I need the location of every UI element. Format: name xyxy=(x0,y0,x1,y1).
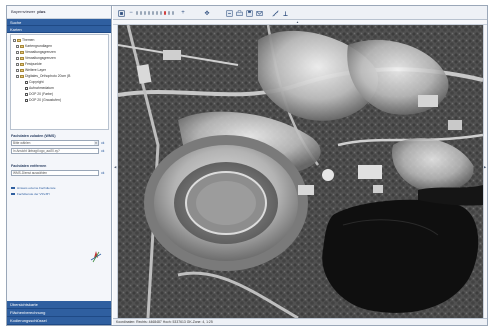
add-service-select-value: Bitte wählen xyxy=(13,141,31,145)
save-icon[interactable] xyxy=(245,9,253,17)
folder-icon xyxy=(20,68,24,72)
pan-east-bar[interactable]: ▶ xyxy=(483,25,487,318)
add-service-ok-button[interactable]: ok xyxy=(101,141,104,145)
overview-map-header[interactable]: Übersichtskarte xyxy=(7,301,111,309)
pan-north-icon[interactable]: ▲ xyxy=(296,20,299,24)
brand-prefix: Bayernviewer xyxy=(11,9,36,14)
area-calc-header[interactable]: Flächenberechnung xyxy=(7,309,111,317)
zoom-out-icon[interactable]: − xyxy=(127,9,135,17)
link-services-label: Fachdienste der VSV-BY xyxy=(17,192,51,196)
add-service-select[interactable]: Bitte wählen ▾ xyxy=(11,140,99,146)
pan-icon[interactable]: ✥ xyxy=(203,9,211,17)
orthophoto-map[interactable] xyxy=(118,25,483,318)
layer-label: Weitere Layer xyxy=(25,68,47,72)
remove-service-ok-button[interactable]: ok xyxy=(101,171,104,175)
folder-icon xyxy=(20,74,24,78)
folder-icon xyxy=(20,56,24,60)
sidebar-bottom-panels: Übersichtskarte Flächenberechnung Kodier… xyxy=(7,301,111,325)
layer-label: Verwaltungsgrenzen xyxy=(25,50,56,54)
layer-checkbox[interactable] xyxy=(25,92,28,96)
maps-panel-header[interactable]: Karten xyxy=(7,26,111,33)
remove-service-select-value: WMS-Dienst auswählen xyxy=(13,171,48,175)
help-icon[interactable] xyxy=(281,9,289,17)
layer-label: Aufnahmedatum xyxy=(29,86,54,90)
email-icon[interactable] xyxy=(255,9,263,17)
status-bar: Koordinaten: Rechts: 4468487 Hoch: 53376… xyxy=(113,318,487,325)
zoom-slider[interactable] xyxy=(136,10,176,16)
measure-icon[interactable] xyxy=(271,9,279,17)
map-toolbar: − + ✥ xyxy=(113,6,487,20)
expand-toggle-icon[interactable] xyxy=(16,68,19,72)
map-view[interactable]: ▲ ◀ ▶ xyxy=(113,20,487,318)
expand-toggle-icon[interactable] xyxy=(13,38,16,42)
layer-label: DOP 20 (Farbe) xyxy=(29,92,54,96)
app-window: Bayernviewer plus Suche Karten Themen Kart… xyxy=(6,5,488,326)
layer-label: DOP 20 (Graustufen) xyxy=(29,98,61,102)
layer-tree: Themen Kartengrundlagen Verwaltungsgrenzen… xyxy=(10,34,109,130)
layer-label: Verwaltungsgrenzen xyxy=(25,56,56,60)
expand-toggle-icon[interactable] xyxy=(16,74,19,78)
add-data-title: Fachdaten zuladen (WMS) xyxy=(11,134,56,138)
layer-label: Kartengrundlagen xyxy=(25,44,52,48)
folder-icon xyxy=(20,44,24,48)
zoom-in-icon[interactable]: + xyxy=(179,9,187,17)
expand-toggle-icon[interactable] xyxy=(16,56,19,60)
layer-label: Themen xyxy=(22,38,35,42)
sidebar: Bayernviewer plus Suche Karten Themen Kart… xyxy=(7,6,112,325)
link-arrow-icon xyxy=(11,187,15,190)
link-hint-external-label: Hinweis externe Fachdienste xyxy=(17,186,56,190)
coding-key-header[interactable]: Kodierungsschlüssel xyxy=(7,317,111,325)
expand-toggle-icon[interactable] xyxy=(16,62,19,66)
print-icon[interactable] xyxy=(235,9,243,17)
link-hint-external[interactable]: Hinweis externe Fachdienste xyxy=(11,186,56,190)
folder-icon xyxy=(17,38,21,42)
folder-icon xyxy=(20,50,24,54)
add-url-ok-button[interactable]: ok xyxy=(101,149,104,153)
layer-label: Festpunkte xyxy=(25,62,42,66)
brand-suffix: plus xyxy=(37,9,46,14)
layer-checkbox[interactable] xyxy=(25,80,28,84)
layer-checkbox[interactable]: ✓ xyxy=(25,98,29,102)
layer-checkbox[interactable] xyxy=(25,86,28,90)
pan-east-icon[interactable]: ▶ xyxy=(484,165,486,169)
pan-west-icon[interactable]: ◀ xyxy=(114,165,116,169)
info-icon[interactable] xyxy=(225,9,233,17)
folder-icon xyxy=(20,62,24,66)
home-icon[interactable] xyxy=(117,9,125,17)
north-arrow-icon xyxy=(90,251,102,263)
layer-label: Copyright xyxy=(29,80,44,84)
layer-label: Digitales_Orthophoto 20cm (B xyxy=(25,74,71,78)
add-url-input-value: In Ansicht übtragt logo_aw20.xy? xyxy=(13,149,60,153)
search-panel-header[interactable]: Suche xyxy=(7,19,111,26)
remove-service-select[interactable]: WMS-Dienst auswählen xyxy=(11,170,99,176)
add-url-input[interactable]: In Ansicht übtragt logo_aw20.xy? xyxy=(11,148,99,154)
expand-toggle-icon[interactable] xyxy=(16,50,19,54)
remove-data-title: Fachdaten entfernen xyxy=(11,164,47,168)
brand: Bayernviewer plus xyxy=(7,6,111,19)
chevron-down-icon: ▾ xyxy=(94,141,98,145)
expand-toggle-icon[interactable] xyxy=(16,44,19,48)
link-arrow-icon xyxy=(11,193,15,196)
layer-tree-item[interactable]: ✓DOP 20 (Graustufen) xyxy=(13,97,106,103)
link-services[interactable]: Fachdienste der VSV-BY xyxy=(11,192,50,196)
